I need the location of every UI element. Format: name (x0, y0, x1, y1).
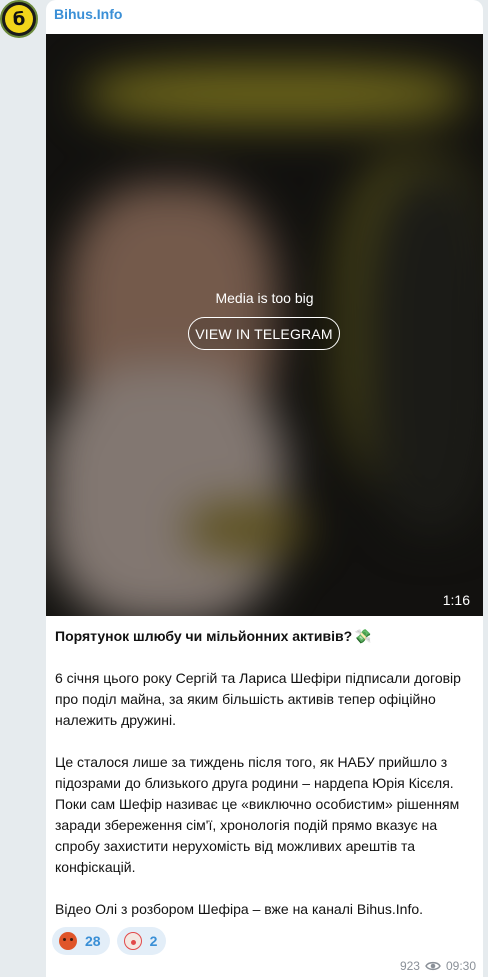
reaction-angry[interactable]: 28 (52, 927, 110, 955)
message-text: Порятунок шлюбу чи мільйонних активів? 💸 … (55, 626, 475, 941)
channel-name[interactable]: Bihus.Info (54, 6, 122, 22)
reaction-count: 28 (85, 933, 101, 949)
view-in-telegram-button[interactable]: VIEW IN TELEGRAM (188, 317, 340, 350)
reaction-clown[interactable]: 2 (116, 927, 167, 955)
post-title-text: Порятунок шлюбу чи мільйонних активів? (55, 628, 353, 644)
clown-face-icon (123, 932, 142, 950)
post-title: Порятунок шлюбу чи мільйонних активів? 💸 (55, 626, 475, 647)
eye-icon (425, 961, 441, 971)
post-paragraph-1: 6 січня цього року Сергій та Лариса Шефі… (55, 670, 461, 728)
angry-face-icon (59, 932, 77, 950)
video-preview[interactable]: Media is too big VIEW IN TELEGRAM 1:16 (46, 34, 483, 616)
post-paragraph-3: Відео Олі з розбором Шефіра – вже на кан… (55, 901, 424, 917)
reaction-count: 2 (149, 933, 158, 949)
message-bubble: Bihus.Info Media is too big VIEW IN TELE… (46, 0, 483, 977)
reactions-bar: 28 2 (52, 927, 167, 955)
message-meta: 923 09:30 (400, 959, 476, 973)
view-count: 923 (399, 959, 420, 973)
money-with-wings-icon: 💸 (354, 628, 372, 644)
message-time: 09:30 (445, 959, 476, 973)
media-too-big-text: Media is too big (215, 290, 314, 306)
avatar-logo: б (5, 5, 33, 33)
video-duration: 1:16 (442, 592, 470, 608)
post-paragraph-2: Це сталося лише за тиждень після того, я… (55, 754, 460, 875)
channel-avatar[interactable]: б (0, 0, 38, 38)
